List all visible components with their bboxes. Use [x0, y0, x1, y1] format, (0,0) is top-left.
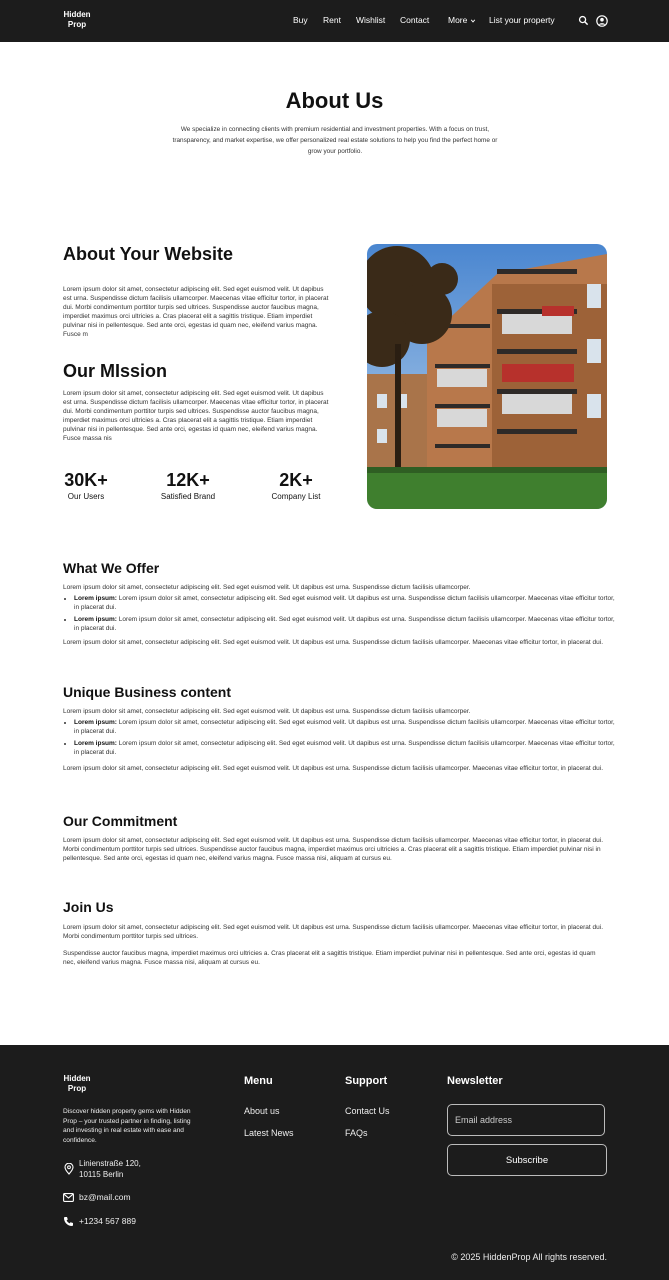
newsletter-heading: Newsletter	[447, 1075, 503, 1087]
nav-more[interactable]: More	[448, 15, 476, 25]
address-line-2: 10115 Berlin	[79, 1170, 124, 1179]
list-item: Lorem ipsum: Lorem ipsum dolor sit amet,…	[74, 616, 619, 633]
join-text-2: Suspendisse auctor faucibus magna, imper…	[63, 950, 596, 966]
footer-link-about-us[interactable]: About us	[244, 1106, 280, 1116]
user-account-icon[interactable]	[596, 15, 608, 27]
phone-icon	[64, 1217, 73, 1226]
subscribe-button[interactable]: Subscribe	[447, 1144, 607, 1176]
about-website-heading: About Your Website	[63, 244, 234, 264]
unique-intro: Lorem ipsum dolor sit amet, consectetur …	[63, 708, 471, 715]
footer-phone[interactable]: +1234 567 889	[79, 1216, 136, 1226]
mail-icon	[63, 1193, 74, 1202]
offer-intro: Lorem ipsum dolor sit amet, consectetur …	[63, 584, 471, 591]
location-pin-icon	[64, 1163, 74, 1175]
logo-line-2: Prop	[67, 20, 87, 29]
mission-heading: Our MIssion	[63, 361, 168, 381]
newsletter-email-input[interactable]	[447, 1104, 605, 1136]
unique-outro: Lorem ipsum dolor sit amet, consectetur …	[63, 765, 604, 772]
nav-contact[interactable]: Contact	[400, 15, 429, 25]
list-item: Lorem ipsum: Lorem ipsum dolor sit amet,…	[74, 595, 619, 612]
nav-rent[interactable]: Rent	[323, 15, 341, 25]
nav-buy[interactable]: Buy	[293, 15, 308, 25]
stat-brands-value: 12K+	[166, 470, 210, 490]
stat-companies-label: Company List	[271, 492, 321, 501]
stat-users-label: Our Users	[67, 492, 105, 501]
offer-heading: What We Offer	[63, 560, 160, 576]
building-photo	[367, 244, 607, 509]
footer: Hidden Prop Discover hidden property gem…	[0, 1045, 669, 1280]
offer-list: Lorem ipsum: Lorem ipsum dolor sit amet,…	[63, 595, 619, 637]
footer-link-faqs[interactable]: FAQs	[345, 1128, 368, 1138]
nav-list-property[interactable]: List your property	[489, 15, 555, 25]
bullet-label: Lorem ipsum:	[74, 595, 117, 602]
unique-heading: Unique Business content	[63, 684, 232, 700]
list-item: Lorem ipsum: Lorem ipsum dolor sit amet,…	[74, 719, 619, 736]
bullet-text: Lorem ipsum dolor sit amet, consectetur …	[74, 616, 615, 632]
footer-description: Discover hidden property gems with Hidde…	[63, 1108, 191, 1144]
offer-outro: Lorem ipsum dolor sit amet, consectetur …	[63, 639, 604, 646]
logo[interactable]: Hidden Prop	[63, 10, 91, 30]
logo-line-1: Hidden	[63, 10, 91, 19]
stat-users-value: 30K+	[64, 470, 108, 490]
commitment-heading: Our Commitment	[63, 813, 178, 829]
mission-text: Lorem ipsum dolor sit amet, consectetur …	[63, 390, 329, 442]
stat-companies-value: 2K+	[279, 470, 313, 490]
support-heading: Support	[345, 1075, 388, 1087]
footer-logo-line-1: Hidden	[63, 1074, 91, 1083]
unique-list: Lorem ipsum: Lorem ipsum dolor sit amet,…	[63, 719, 619, 761]
footer-logo-line-2: Prop	[67, 1084, 87, 1093]
bullet-label: Lorem ipsum:	[74, 740, 117, 747]
bullet-text: Lorem ipsum dolor sit amet, consectetur …	[74, 740, 615, 756]
bullet-text: Lorem ipsum dolor sit amet, consectetur …	[74, 719, 615, 735]
commitment-text: Lorem ipsum dolor sit amet, consectetur …	[63, 837, 604, 862]
footer-logo[interactable]: Hidden Prop	[63, 1074, 91, 1094]
address-line-1: Linienstraße 120,	[79, 1159, 141, 1168]
footer-link-latest-news[interactable]: Latest News	[244, 1128, 294, 1138]
bullet-text: Lorem ipsum dolor sit amet, consectetur …	[74, 595, 615, 611]
join-text-1: Lorem ipsum dolor sit amet, consectetur …	[63, 924, 604, 940]
about-website-text: Lorem ipsum dolor sit amet, consectetur …	[63, 286, 329, 338]
bullet-label: Lorem ipsum:	[74, 616, 117, 623]
stat-brands-label: Satisfied Brand	[160, 492, 216, 501]
page-title: About Us	[285, 88, 384, 113]
menu-heading: Menu	[244, 1075, 273, 1087]
footer-link-contact-us[interactable]: Contact Us	[345, 1106, 390, 1116]
search-icon[interactable]	[578, 15, 589, 26]
nav-more-label: More	[448, 15, 468, 25]
page-intro: We specialize in connecting clients with…	[172, 126, 498, 155]
list-item: Lorem ipsum: Lorem ipsum dolor sit amet,…	[74, 740, 619, 757]
join-heading: Join Us	[63, 899, 114, 915]
top-nav-bar: Hidden Prop Buy Rent Wishlist Contact Mo…	[0, 0, 669, 42]
footer-email[interactable]: bz@mail.com	[79, 1192, 131, 1202]
chevron-down-icon	[470, 19, 475, 23]
copyright: © 2025 HiddenProp All rights reserved.	[451, 1252, 607, 1262]
footer-address: Linienstraße 120, 10115 Berlin	[79, 1158, 141, 1180]
bullet-label: Lorem ipsum:	[74, 719, 117, 726]
nav-wishlist[interactable]: Wishlist	[356, 15, 385, 25]
